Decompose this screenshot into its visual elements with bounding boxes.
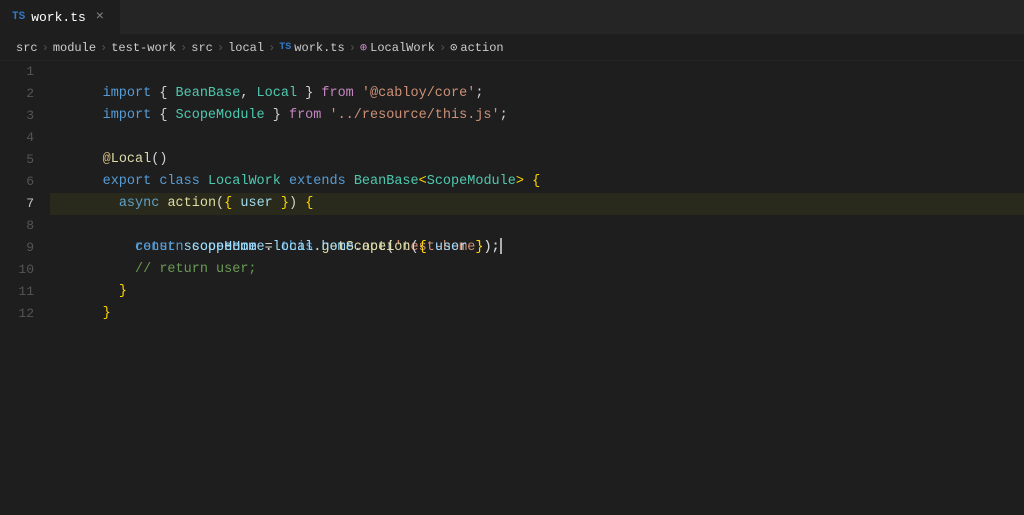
line-num-12: 12: [0, 303, 50, 325]
breadcrumb-sep-6: ›: [349, 41, 356, 55]
breadcrumb-sep-1: ›: [42, 41, 49, 55]
breadcrumb-sep-7: ›: [439, 41, 446, 55]
code-line-6: async action({ user }) {: [50, 171, 1024, 193]
code-lines[interactable]: import { BeanBase, Local } from '@cabloy…: [50, 61, 1024, 515]
line-num-11: 11: [0, 281, 50, 303]
breadcrumb-test-work: test-work: [111, 41, 176, 55]
line-num-6: 6: [0, 171, 50, 193]
code-line-1: import { BeanBase, Local } from '@cabloy…: [50, 61, 1024, 83]
breadcrumb-class: ⊕ LocalWork: [360, 40, 435, 55]
line-num-8: 8: [0, 215, 50, 237]
line-num-3: 3: [0, 105, 50, 127]
code-line-9: // return user;: [50, 237, 1024, 259]
tab-close-button[interactable]: ×: [92, 9, 108, 25]
breadcrumb-sep-4: ›: [217, 41, 224, 55]
tab-work-ts[interactable]: TS work.ts ×: [0, 0, 121, 35]
code-line-12: [50, 303, 1024, 325]
ts-icon: TS: [12, 11, 25, 23]
tab-label: work.ts: [31, 10, 86, 25]
code-line-7: 💡 const scopeHome = this.getScope('test-…: [50, 193, 1024, 215]
line-num-9: 9: [0, 237, 50, 259]
line-numbers: 1 2 3 4 5 6 7 8 9 10 11 12: [0, 61, 50, 515]
code-line-10: }: [50, 259, 1024, 281]
code-line-3: [50, 105, 1024, 127]
breadcrumb-local: local: [228, 41, 264, 55]
breadcrumb-ts-icon: TS: [279, 42, 291, 53]
breadcrumb-method: ⊙ action: [450, 40, 503, 55]
line-num-2: 2: [0, 83, 50, 105]
breadcrumb-module: module: [53, 41, 96, 55]
breadcrumb-file: TS work.ts: [279, 41, 344, 55]
line-num-5: 5: [0, 149, 50, 171]
line-num-7: 7: [0, 193, 50, 215]
code-line-11: }: [50, 281, 1024, 303]
breadcrumb-sep-2: ›: [100, 41, 107, 55]
breadcrumb-sep-3: ›: [180, 41, 187, 55]
code-line-5: export class LocalWork extends BeanBase<…: [50, 149, 1024, 171]
line-num-4: 4: [0, 127, 50, 149]
code-line-2: import { ScopeModule } from '../resource…: [50, 83, 1024, 105]
code-line-8: return scopeHome.local.home.action({ use…: [50, 215, 1024, 237]
breadcrumb-class-icon: ⊕: [360, 40, 367, 55]
breadcrumb-src: src: [16, 41, 38, 55]
breadcrumb-sep-5: ›: [268, 41, 275, 55]
tab-bar: TS work.ts ×: [0, 0, 1024, 35]
line-num-1: 1: [0, 61, 50, 83]
code-line-4: @Local(): [50, 127, 1024, 149]
code-container: 1 2 3 4 5 6 7 8 9 10 11 12 import { Bean…: [0, 61, 1024, 515]
line-num-10: 10: [0, 259, 50, 281]
breadcrumb: src › module › test-work › src › local ›…: [0, 35, 1024, 61]
breadcrumb-src2: src: [191, 41, 213, 55]
breadcrumb-method-icon: ⊙: [450, 40, 457, 55]
